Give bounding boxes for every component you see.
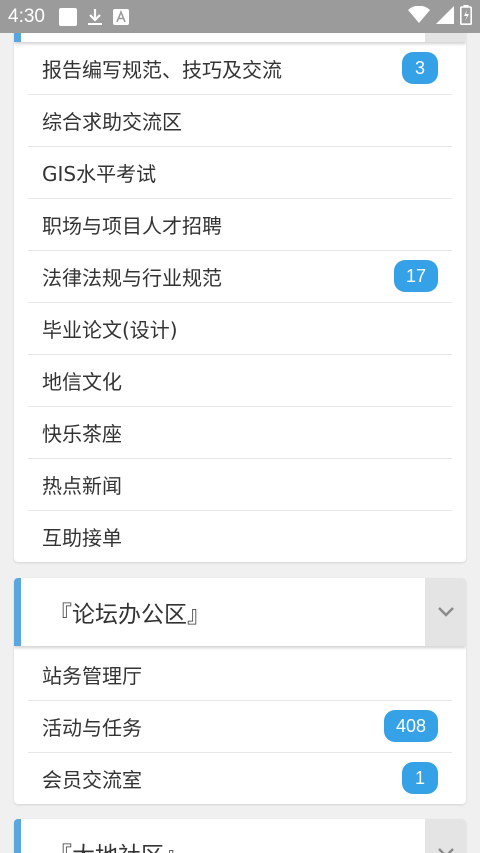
section-title: 『大地社区』 — [21, 836, 187, 853]
forum-item-label: 活动与任务 — [42, 715, 142, 740]
forum-item[interactable]: GIS水平考试 — [14, 146, 466, 198]
forum-item[interactable]: 热点新闻 — [14, 458, 466, 510]
forum-item-label: 快乐茶座 — [42, 421, 122, 446]
forum-item-label: 地信文化 — [42, 369, 122, 394]
chevron-down-icon — [437, 603, 455, 622]
forum-item-label: 职场与项目人才招聘 — [42, 213, 222, 238]
notification-square-icon — [58, 7, 77, 26]
section-header[interactable]: 『论坛办公区』 — [14, 578, 466, 646]
forum-item[interactable]: 互助接单 — [14, 510, 466, 562]
count-badge: 17 — [393, 260, 438, 292]
forum-item[interactable]: 快乐茶座 — [14, 406, 466, 458]
section-card: 『论坛办公区』 站务管理厅 活动与任务 408 会员交流室 1 — [14, 578, 466, 804]
forum-item-label: 热点新闻 — [42, 473, 122, 498]
forum-item[interactable]: 综合求助交流区 — [14, 94, 466, 146]
forum-item[interactable]: 职场与项目人才招聘 — [14, 198, 466, 250]
forum-item-label: 会员交流室 — [42, 767, 142, 792]
forum-item-label: 法律法规与行业规范 — [42, 265, 222, 290]
font-a-icon — [112, 8, 129, 25]
count-badge: 408 — [383, 710, 438, 742]
section-items: 报告编写规范、技巧及交流 3 综合求助交流区 GIS水平考试 职场与项目人才招聘… — [14, 42, 466, 562]
collapse-button[interactable] — [425, 578, 466, 646]
status-time: 4:30 — [8, 5, 45, 27]
status-bar: 4:30 — [0, 0, 480, 33]
count-badge: 3 — [402, 52, 438, 84]
section-title: 『论坛办公区』 — [49, 602, 210, 628]
battery-icon — [460, 4, 472, 29]
forum-item-label: 互助接单 — [42, 525, 122, 550]
forum-item-label: 报告编写规范、技巧及交流 — [42, 57, 282, 82]
forum-item[interactable]: 地信文化 — [14, 354, 466, 406]
signal-icon — [436, 5, 454, 28]
chevron-down-icon — [437, 844, 455, 853]
forum-item[interactable]: 报告编写规范、技巧及交流 3 — [14, 42, 466, 94]
forum-item[interactable]: 法律法规与行业规范 17 — [14, 250, 466, 302]
forum-item[interactable]: 毕业论文(设计) — [14, 302, 466, 354]
forum-item[interactable]: 活动与任务 408 — [14, 700, 466, 752]
section-items: 站务管理厅 活动与任务 408 会员交流室 1 — [14, 648, 466, 804]
forum-item[interactable]: 站务管理厅 — [14, 648, 466, 700]
forum-item-label: 综合求助交流区 — [42, 109, 182, 134]
forum-item-label: 站务管理厅 — [42, 663, 142, 688]
forum-item-label: GIS水平考试 — [42, 161, 157, 186]
wifi-icon — [408, 5, 430, 28]
section-header[interactable]: 『大地社区』 — [14, 819, 466, 853]
forum-item[interactable]: 会员交流室 1 — [14, 752, 466, 804]
count-badge: 1 — [402, 762, 438, 794]
section-card: 『大地社区』 — [14, 819, 466, 853]
download-icon — [87, 8, 103, 26]
section-card: 报告编写规范、技巧及交流 3 综合求助交流区 GIS水平考试 职场与项目人才招聘… — [14, 0, 466, 562]
collapse-button[interactable] — [425, 819, 466, 853]
forum-item-label: 毕业论文(设计) — [42, 317, 178, 342]
